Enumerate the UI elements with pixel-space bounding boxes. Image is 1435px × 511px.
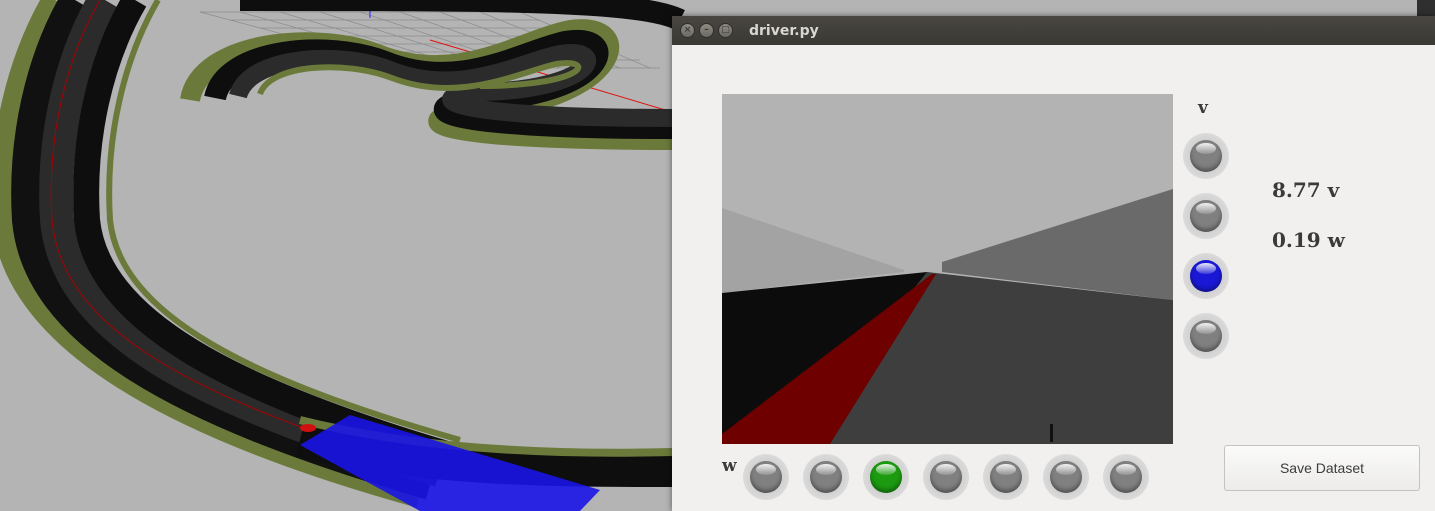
w-led-5: [983, 454, 1029, 500]
maximize-icon[interactable]: □: [718, 23, 733, 38]
camera-view: [722, 94, 1173, 444]
window-title: driver.py: [749, 22, 819, 39]
save-dataset-button[interactable]: Save Dataset: [1224, 445, 1420, 491]
v-axis-label: v: [1198, 98, 1208, 118]
driver-window: × – □ driver.py v 8.77 v 0.19 w w Save D…: [672, 16, 1435, 511]
w-led-6: [1043, 454, 1089, 500]
w-axis-label: w: [722, 456, 737, 476]
close-icon[interactable]: ×: [680, 23, 695, 38]
v-led-3: [1183, 253, 1229, 299]
w-led-4: [923, 454, 969, 500]
title-bar: × – □ driver.py: [672, 16, 1435, 45]
minimize-icon[interactable]: –: [699, 23, 714, 38]
v-led-2: [1183, 193, 1229, 239]
v-readout: 8.77 v: [1272, 178, 1340, 202]
w-led-3: [863, 454, 909, 500]
v-led-4: [1183, 313, 1229, 359]
robot-car: [300, 424, 316, 432]
w-led-2: [803, 454, 849, 500]
v-led-1: [1183, 133, 1229, 179]
w-readout: 0.19 w: [1272, 228, 1345, 252]
w-led-7: [1103, 454, 1149, 500]
w-led-1: [743, 454, 789, 500]
